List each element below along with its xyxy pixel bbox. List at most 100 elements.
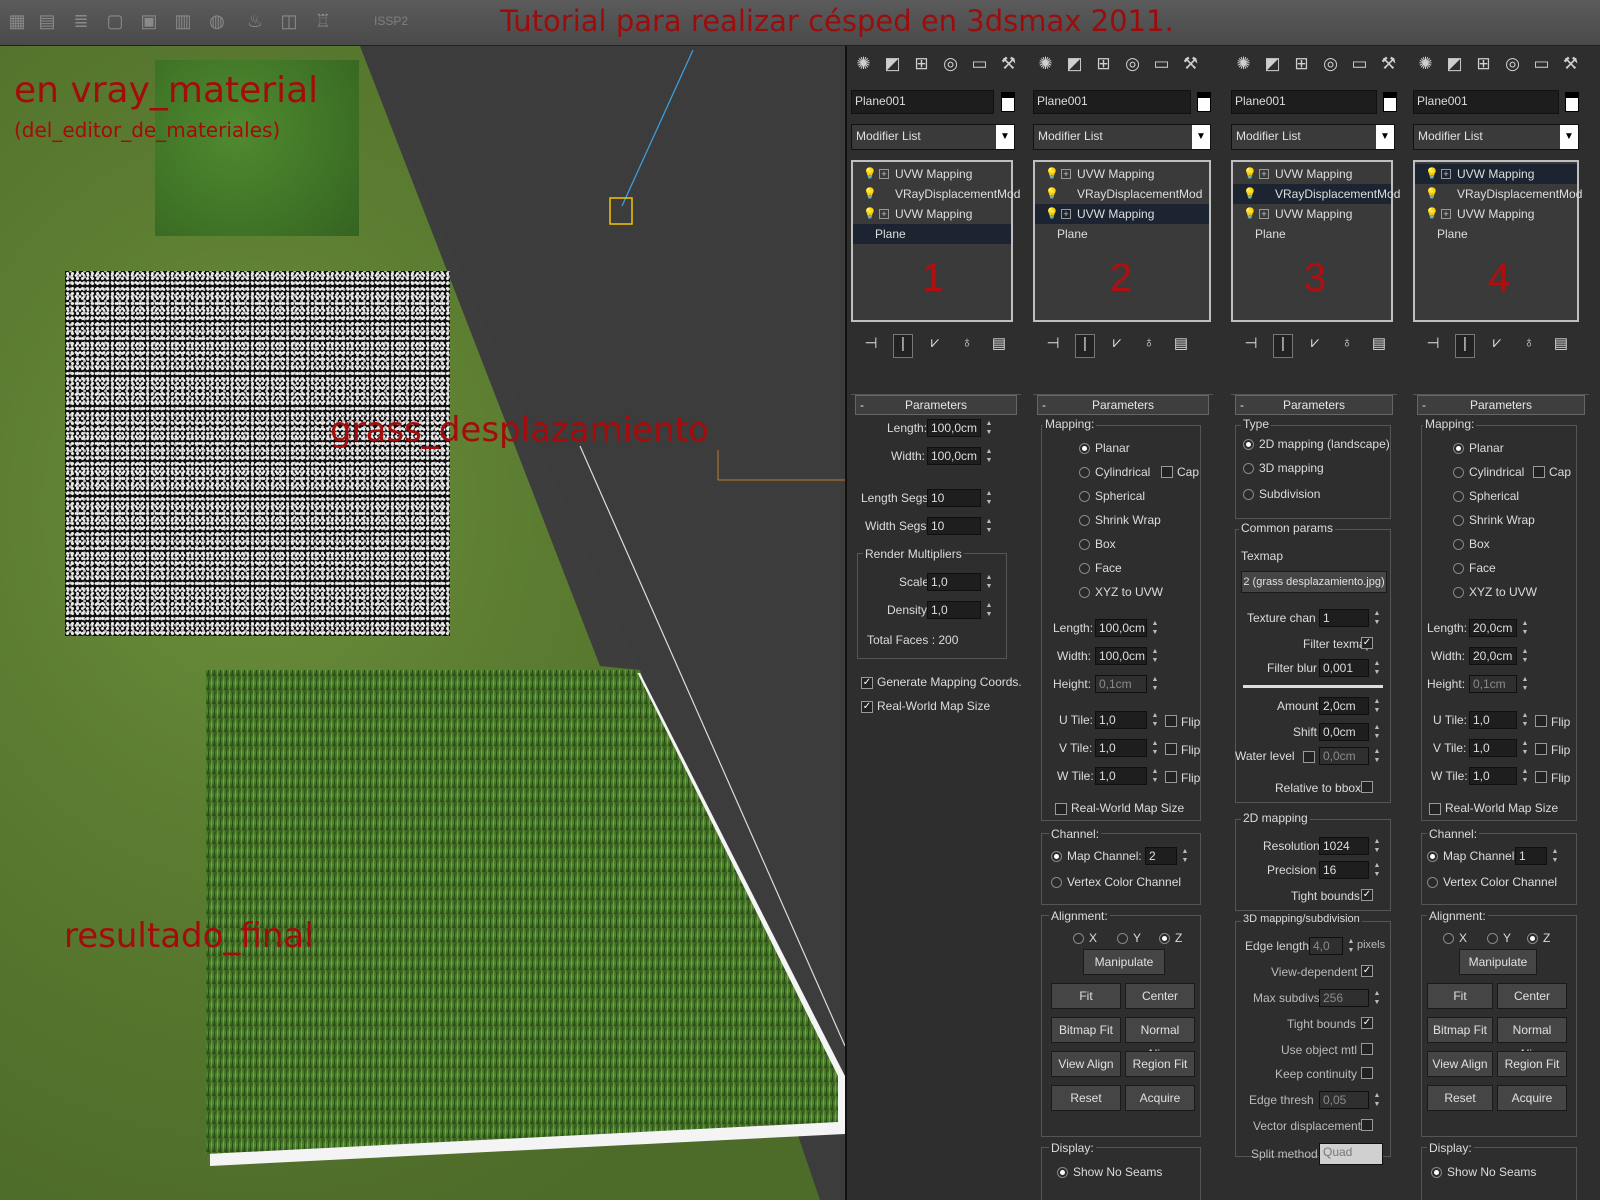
cap-checkbox[interactable] <box>1161 466 1173 478</box>
shrink-wrap-radio[interactable] <box>1079 515 1090 526</box>
cap-checkbox[interactable] <box>1533 466 1545 478</box>
create-tab-icon[interactable]: ✺ <box>1413 50 1438 78</box>
configure-sets-icon[interactable]: ▤ <box>1551 334 1571 358</box>
stack-item-uvw-mapping-bottom[interactable]: 💡 + UVW Mapping <box>1415 204 1577 224</box>
fit-button[interactable]: Fit <box>1051 983 1121 1009</box>
acquire-button[interactable]: Acquire <box>1497 1085 1567 1111</box>
edge-thresh-field[interactable]: 0,05 <box>1319 1091 1369 1109</box>
lightbulb-icon[interactable]: 💡 <box>1425 184 1439 204</box>
map-channel-radio[interactable] <box>1427 851 1438 862</box>
render-icon[interactable]: ◫ <box>278 10 300 32</box>
configure-sets-icon[interactable]: ▤ <box>989 334 1009 358</box>
object-color-swatch[interactable] <box>1197 92 1211 112</box>
make-unique-icon[interactable]: ⩗ <box>925 334 945 358</box>
utilities-tab-icon[interactable]: ⚒ <box>1558 50 1583 78</box>
stack-item-uvw-mapping-top[interactable]: 💡 + UVW Mapping <box>1035 164 1209 184</box>
real-world-checkbox[interactable] <box>1429 803 1441 815</box>
real-world-checkbox[interactable]: ✓ <box>861 701 873 713</box>
stack-item-uvw-mapping-top[interactable]: 💡 + UVW Mapping <box>853 164 1011 184</box>
map-channel-spinner[interactable]: ▲ ▼ <box>1181 847 1189 865</box>
motion-tab-icon[interactable]: ◎ <box>1500 50 1525 78</box>
remove-modifier-icon[interactable]: ♁ <box>1337 334 1357 358</box>
water-level-field[interactable]: 0,0cm <box>1319 747 1369 765</box>
shift-spinner[interactable]: ▲ ▼ <box>1373 723 1381 741</box>
stack-item-vray-displacement[interactable]: 💡 VRayDisplacementMod <box>1035 184 1209 204</box>
create-tab-icon[interactable]: ✺ <box>851 50 876 78</box>
normal-align-button[interactable]: Normal Align <box>1125 1017 1195 1061</box>
amount-spinner[interactable]: ▲ ▼ <box>1373 697 1381 715</box>
vector-displacement-checkbox[interactable] <box>1361 1119 1373 1131</box>
object-name-field[interactable]: Plane001 <box>851 90 994 114</box>
filter-blur-field[interactable]: 0,001 <box>1319 659 1369 677</box>
modifier-list-dropdown[interactable]: Modifier List ▼ <box>1413 124 1579 150</box>
lightbulb-icon[interactable]: 💡 <box>1243 204 1257 224</box>
resolution-field[interactable]: 1024 <box>1319 837 1369 855</box>
map-channel-field[interactable]: 2 <box>1145 847 1177 865</box>
layer-icon[interactable]: ▤ <box>36 10 58 32</box>
center-button[interactable]: Center <box>1125 983 1195 1009</box>
length-field[interactable]: 100,0cm <box>1095 619 1147 637</box>
box-radio[interactable] <box>1453 539 1464 550</box>
display-tab-icon[interactable]: ▭ <box>1347 50 1372 78</box>
spherical-radio[interactable] <box>1079 491 1090 502</box>
xyz-to-uvw-radio[interactable] <box>1079 587 1090 598</box>
object-name-field[interactable]: Plane001 <box>1413 90 1559 114</box>
reset-button[interactable]: Reset <box>1427 1085 1493 1111</box>
expand-icon[interactable]: + <box>879 209 889 219</box>
align-z-radio[interactable] <box>1527 933 1538 944</box>
stack-item-plane[interactable]: Plane <box>1415 224 1577 244</box>
length-field[interactable]: 20,0cm <box>1469 619 1517 637</box>
xyz-to-uvw-radio[interactable] <box>1453 587 1464 598</box>
resolution-spinner[interactable]: ▲ ▼ <box>1373 837 1381 855</box>
stack-item-uvw-mapping-bottom[interactable]: 💡 + UVW Mapping <box>1035 204 1209 224</box>
show-no-seams-radio[interactable] <box>1431 1167 1442 1178</box>
expand-icon[interactable]: + <box>1441 209 1451 219</box>
edge-thresh-spinner[interactable]: ▲ ▼ <box>1373 1091 1381 1109</box>
length-segs-field[interactable]: 10 <box>927 489 981 507</box>
map-channel-spinner[interactable]: ▲ ▼ <box>1551 847 1559 865</box>
width-spinner[interactable]: ▲ ▼ <box>1151 647 1159 665</box>
water-level-checkbox[interactable] <box>1303 751 1315 763</box>
manipulate-button[interactable]: Manipulate <box>1083 949 1165 975</box>
list-icon[interactable]: ≣ <box>70 10 92 32</box>
w-tile-field[interactable]: 1,0 <box>1469 767 1517 785</box>
v-flip-checkbox[interactable] <box>1535 743 1547 755</box>
center-button[interactable]: Center <box>1497 983 1567 1009</box>
align-z-radio[interactable] <box>1159 933 1170 944</box>
show-end-result-icon[interactable]: | <box>1075 334 1095 358</box>
normal-align-button[interactable]: Normal Align <box>1497 1017 1567 1061</box>
lightbulb-icon[interactable]: 💡 <box>1045 184 1059 204</box>
hierarchy-tab-icon[interactable]: ⊞ <box>909 50 934 78</box>
configure-sets-icon[interactable]: ▤ <box>1369 334 1389 358</box>
w-tile-field[interactable]: 1,0 <box>1095 767 1147 785</box>
align-x-radio[interactable] <box>1443 933 1454 944</box>
show-end-result-icon[interactable]: | <box>1273 334 1293 358</box>
motion-tab-icon[interactable]: ◎ <box>1120 50 1145 78</box>
align-y-radio[interactable] <box>1487 933 1498 944</box>
filter-blur-spinner[interactable]: ▲ ▼ <box>1373 659 1381 677</box>
rollout-header[interactable]: - Parameters <box>1417 395 1585 415</box>
lightbulb-icon[interactable]: 💡 <box>1425 164 1439 184</box>
pin-stack-icon[interactable]: ⊣ <box>1423 334 1443 358</box>
width-field[interactable]: 100,0cm <box>927 447 981 465</box>
spherical-radio[interactable] <box>1453 491 1464 502</box>
expand-icon[interactable]: + <box>1061 209 1071 219</box>
scale-spinner[interactable]: ▲ ▼ <box>985 573 993 591</box>
face-radio[interactable] <box>1079 563 1090 574</box>
density-spinner[interactable]: ▲ ▼ <box>985 601 993 619</box>
w-tile-spinner[interactable]: ▲ ▼ <box>1151 767 1159 785</box>
stack-item-plane[interactable]: Plane <box>853 224 1011 244</box>
2d-mapping-radio[interactable] <box>1243 439 1254 450</box>
rollout-header[interactable]: - Parameters <box>1235 395 1393 415</box>
tight-bounds-checkbox[interactable]: ✓ <box>1361 889 1373 901</box>
viewport[interactable]: en vray_material (del_editor_de_material… <box>0 46 845 1200</box>
u-tile-field[interactable]: 1,0 <box>1469 711 1517 729</box>
lightbulb-icon[interactable]: 💡 <box>1243 164 1257 184</box>
expand-icon[interactable]: + <box>1259 169 1269 179</box>
v-tile-field[interactable]: 1,0 <box>1095 739 1147 757</box>
kettle-icon[interactable]: ♖ <box>312 10 334 32</box>
utilities-tab-icon[interactable]: ⚒ <box>1376 50 1401 78</box>
create-tab-icon[interactable]: ✺ <box>1033 50 1058 78</box>
width-spinner[interactable]: ▲ ▼ <box>985 447 993 465</box>
hierarchy-tab-icon[interactable]: ⊞ <box>1289 50 1314 78</box>
